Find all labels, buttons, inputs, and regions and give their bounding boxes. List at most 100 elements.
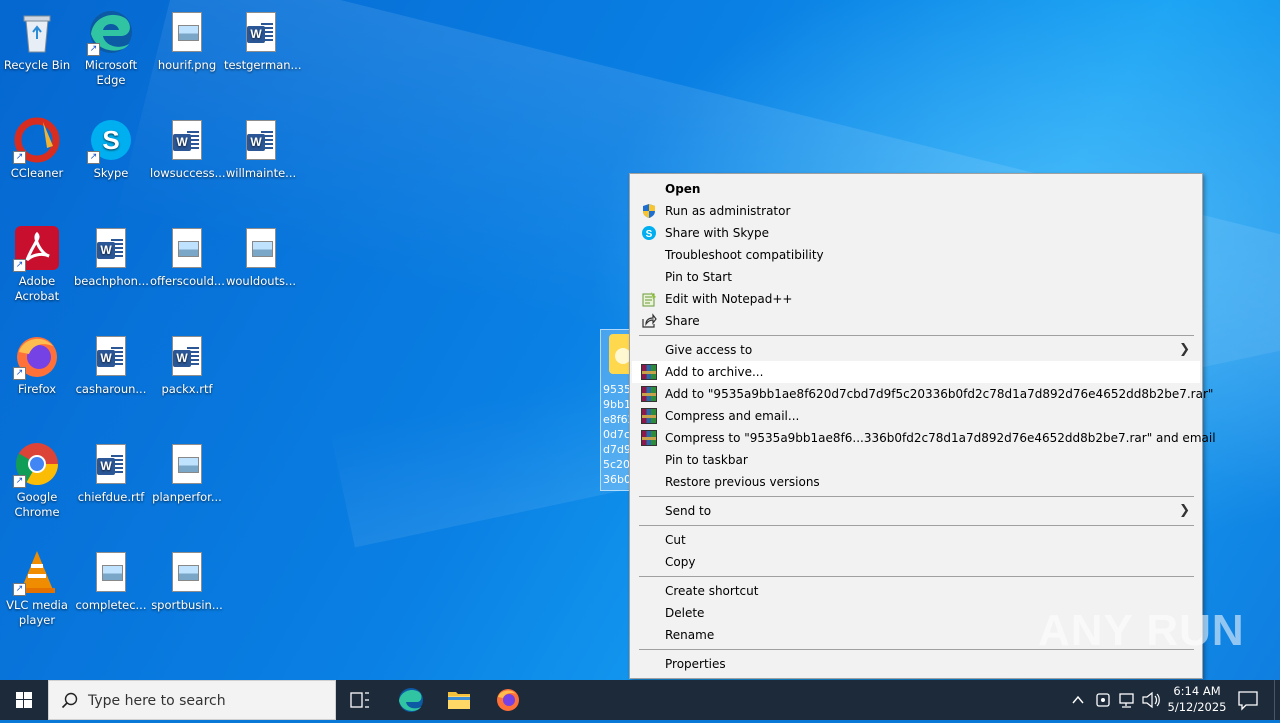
shortcut-arrow-icon: ↗ [13, 475, 26, 488]
tray-volume-button[interactable] [1140, 680, 1162, 720]
image-file-icon [87, 548, 135, 596]
desktop-icon-word-doc[interactable]: W casharoun... [74, 326, 148, 397]
desktop-icon-label: packx.rtf [161, 382, 213, 396]
firefox-icon: ↗ [13, 332, 61, 380]
desktop-icon-ccleaner[interactable]: ↗ CCleaner [0, 110, 74, 181]
desktop-icon-image-file[interactable]: wouldouts... [224, 218, 298, 289]
action-center-button[interactable] [1232, 680, 1264, 720]
desktop-icon-image-file[interactable]: offerscould... [150, 218, 225, 289]
show-hidden-icons-button[interactable] [1068, 680, 1088, 720]
menu-item-label: Compress to "9535a9bb1ae8f6...336b0fd2c7… [665, 431, 1216, 445]
desktop-icon-word-doc[interactable]: W testgerman... [224, 2, 302, 73]
desktop-icon-word-doc[interactable]: W chiefdue.rtf [74, 434, 148, 505]
desktop-icon-label: wouldouts... [225, 274, 297, 288]
desktop-icon-microsoft-edge[interactable]: ↗ Microsoft Edge [74, 2, 148, 88]
desktop-icon-skype[interactable]: S ↗ Skype [74, 110, 148, 181]
menu-item-pin-to-taskbar[interactable]: Pin to taskbar [632, 449, 1200, 471]
menu-item-label: Share with Skype [665, 226, 769, 240]
menu-item-share[interactable]: Share [632, 310, 1200, 332]
desktop-icon-image-file[interactable]: sportbusin... [150, 542, 224, 613]
menu-item-edit-with-notepadpp[interactable]: Edit with Notepad++ [632, 288, 1200, 310]
menu-item-label: Add to "9535a9bb1ae8f620d7cbd7d9f5c20336… [665, 387, 1214, 401]
show-desktop-button[interactable] [1274, 680, 1280, 720]
menu-separator [639, 496, 1194, 497]
notification-icon [1238, 691, 1258, 711]
menu-item-add-to-rar[interactable]: Add to "9535a9bb1ae8f620d7cbd7d9f5c20336… [632, 383, 1213, 405]
image-file-icon [163, 440, 211, 488]
taskbar-clock[interactable]: 6:14 AM 5/12/2025 [1166, 683, 1228, 715]
menu-item-pin-to-start[interactable]: Pin to Start [632, 266, 1200, 288]
desktop-icon-vlc[interactable]: ↗ VLC media player [0, 542, 74, 628]
menu-item-cut[interactable]: Cut [632, 529, 1200, 551]
menu-item-label: Compress and email... [665, 409, 800, 423]
image-file-icon [163, 224, 211, 272]
desktop-icon-word-doc[interactable]: W lowsuccess... [150, 110, 226, 181]
menu-item-create-shortcut[interactable]: Create shortcut [632, 580, 1200, 602]
menu-item-open[interactable]: Open [632, 178, 1200, 200]
menu-item-label: Edit with Notepad++ [665, 292, 793, 306]
chevron-right-icon: ❯ [1179, 342, 1190, 357]
menu-item-label: Run as administrator [665, 204, 791, 218]
windows-logo-icon [16, 692, 32, 708]
desktop-icon-recycle-bin[interactable]: Recycle Bin [0, 2, 74, 73]
shortcut-arrow-icon: ↗ [13, 583, 26, 596]
desktop-icon-image-file[interactable]: hourif.png [150, 2, 224, 73]
menu-item-label: Cut [665, 533, 686, 547]
chevron-right-icon: ❯ [1179, 503, 1190, 518]
desktop-icon-word-doc[interactable]: W packx.rtf [150, 326, 224, 397]
svg-text:S: S [646, 229, 653, 240]
word-doc-icon: W [87, 332, 135, 380]
start-button[interactable] [0, 680, 48, 720]
menu-item-label: Add to archive... [665, 365, 764, 379]
recycle-bin-icon [13, 8, 61, 56]
device-icon [1096, 693, 1110, 707]
image-file-icon [163, 8, 211, 56]
task-view-button[interactable] [336, 680, 384, 720]
desktop-icon-image-file[interactable]: planperfor... [150, 434, 224, 505]
shortcut-arrow-icon: ↗ [87, 43, 100, 56]
word-doc-icon: W [163, 332, 211, 380]
menu-item-label: Rename [665, 628, 715, 642]
menu-item-give-access-to[interactable]: Give access to ❯ [632, 339, 1200, 361]
menu-item-add-to-archive[interactable]: Add to archive... [632, 361, 1200, 383]
desktop-icon-label: Firefox [17, 382, 57, 396]
taskbar-firefox[interactable] [484, 680, 532, 720]
image-file-icon [163, 548, 211, 596]
taskbar-search-box[interactable]: Type here to search [48, 680, 336, 720]
desktop-icon-label: CCleaner [10, 166, 64, 180]
menu-item-properties[interactable]: Properties [632, 653, 1200, 675]
menu-item-compress-to-rar-and-email[interactable]: Compress to "9535a9bb1ae8f6...336b0fd2c7… [632, 427, 1216, 449]
menu-item-label: Properties [665, 657, 726, 671]
menu-item-run-as-administrator[interactable]: Run as administrator [632, 200, 1200, 222]
desktop-icon-google-chrome[interactable]: ↗ Google Chrome [0, 434, 74, 520]
desktop-icon-label: Google Chrome [14, 490, 60, 519]
taskbar-file-explorer[interactable] [435, 680, 483, 720]
desktop-icon-adobe-acrobat[interactable]: ↗ Adobe Acrobat [0, 218, 74, 304]
word-doc-icon: W [163, 116, 211, 164]
desktop-icon-label: lowsuccess... [150, 166, 226, 180]
desktop-icon-firefox[interactable]: ↗ Firefox [0, 326, 74, 397]
menu-item-label: Send to [665, 504, 712, 518]
desktop-icon-word-doc[interactable]: W beachphon... [74, 218, 149, 289]
desktop-icon-image-file[interactable]: completec... [74, 542, 148, 613]
menu-item-copy[interactable]: Copy [632, 551, 1200, 573]
desktop-icon-word-doc[interactable]: W willmainte... [224, 110, 298, 181]
menu-item-send-to[interactable]: Send to ❯ [632, 500, 1200, 522]
menu-item-restore-previous-versions[interactable]: Restore previous versions [632, 471, 1200, 493]
menu-item-share-with-skype[interactable]: S Share with Skype [632, 222, 1200, 244]
tray-network-button[interactable] [1116, 680, 1138, 720]
uac-shield-icon [641, 203, 657, 219]
desktop-icon-label: Skype [93, 166, 129, 180]
clock-date: 5/12/2025 [1167, 700, 1227, 714]
context-menu: Open Run as administrator S Share with S… [629, 173, 1216, 679]
desktop-icon-label: hourif.png [157, 58, 217, 72]
tray-device-icon-button[interactable] [1092, 680, 1114, 720]
menu-item-compress-and-email[interactable]: Compress and email... [632, 405, 1200, 427]
notepadpp-icon [641, 291, 657, 307]
menu-item-troubleshoot-compatibility[interactable]: Troubleshoot compatibility [632, 244, 1200, 266]
anyrun-watermark: ANY RUN [1038, 606, 1245, 655]
menu-item-label: Pin to taskbar [665, 453, 748, 467]
task-view-icon [350, 692, 369, 708]
share-icon [641, 313, 657, 329]
taskbar-edge[interactable] [387, 680, 435, 720]
